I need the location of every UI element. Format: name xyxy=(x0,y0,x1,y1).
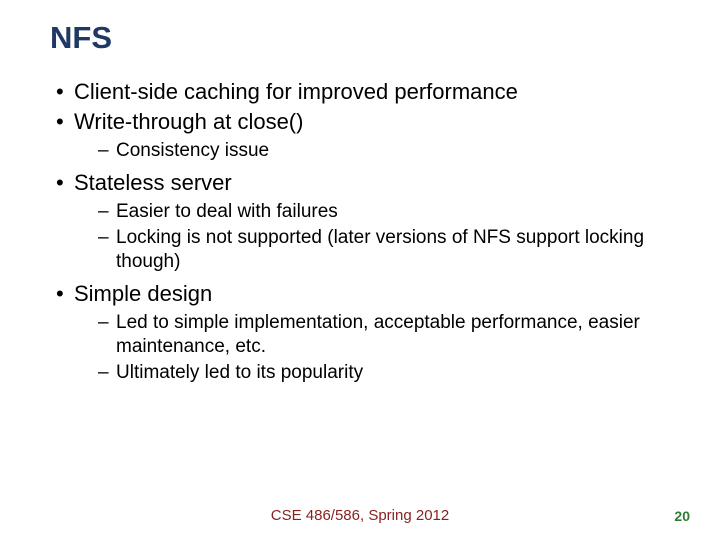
bullet-item: Write-through at close() Consistency iss… xyxy=(50,108,670,163)
footer-text: CSE 486/586, Spring 2012 xyxy=(0,507,720,524)
slide-title: NFS xyxy=(50,20,670,56)
bullet-text: Stateless server xyxy=(74,170,232,195)
sub-list: Consistency issue xyxy=(74,139,670,163)
bullet-item: Client-side caching for improved perform… xyxy=(50,78,670,106)
bullet-item: Simple design Led to simple implementati… xyxy=(50,280,670,385)
sub-item: Locking is not supported (later versions… xyxy=(74,226,670,274)
sub-item: Consistency issue xyxy=(74,139,670,163)
sub-list: Led to simple implementation, acceptable… xyxy=(74,311,670,384)
sub-item: Easier to deal with failures xyxy=(74,200,670,224)
slide: NFS Client-side caching for improved per… xyxy=(0,0,720,384)
sub-item: Led to simple implementation, acceptable… xyxy=(74,311,670,359)
bullet-list: Client-side caching for improved perform… xyxy=(50,78,670,384)
sub-item: Ultimately led to its popularity xyxy=(74,361,670,385)
bullet-item: Stateless server Easier to deal with fai… xyxy=(50,169,670,274)
bullet-text: Client-side caching for improved perform… xyxy=(74,79,518,104)
page-number: 20 xyxy=(674,508,690,524)
bullet-text: Simple design xyxy=(74,281,212,306)
bullet-text: Write-through at close() xyxy=(74,109,303,134)
sub-list: Easier to deal with failures Locking is … xyxy=(74,200,670,273)
